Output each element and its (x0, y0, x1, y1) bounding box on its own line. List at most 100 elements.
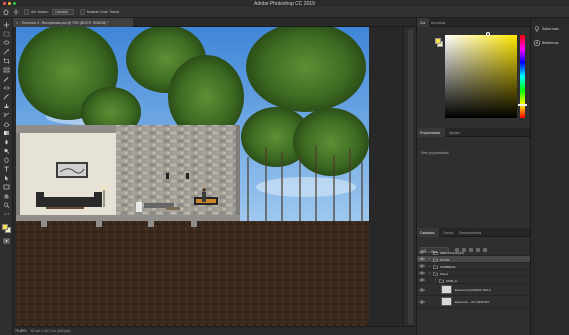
layers-panel-tabs: Camadas Canais Demarcadores (417, 228, 531, 237)
home-icon[interactable] (3, 9, 9, 15)
expand-chevron-icon[interactable]: › (429, 257, 430, 261)
document-tab-label: Exercício 3 - Recuperada.psd @ 79% (NOIT… (22, 20, 109, 25)
layer-row[interactable]: Estrutura QUADRO SALA (417, 284, 531, 296)
visibility-eye-icon[interactable] (419, 257, 425, 261)
pen-tool[interactable] (3, 157, 10, 163)
layer-name: MOB_LI (446, 278, 458, 283)
quick-select-tool[interactable] (3, 49, 10, 55)
right-panel-dock: Cor Amostras Propriedades Ajustes Sem pr… (416, 18, 531, 335)
tab-paths[interactable]: Demarcadores (459, 231, 481, 235)
libraries-icon (534, 40, 540, 46)
layer-row[interactable]: Estrutura ...AO CENTRO (417, 296, 531, 308)
options-bar: Sel. Autom.: Camada Mostrar Contr. Trans… (0, 7, 569, 18)
tab-properties[interactable]: Propriedades (420, 131, 440, 135)
lightbulb-icon (535, 26, 539, 32)
visibility-eye-icon[interactable] (419, 264, 425, 268)
more-tools-icon[interactable] (3, 211, 10, 217)
layer-thumbnail (441, 297, 452, 306)
title-bar: Adobe Photoshop CC 2019 (0, 0, 569, 7)
layer-row[interactable]: › IDENTIFICAÇÃO (417, 249, 531, 256)
layer-row[interactable]: › SALA (417, 270, 531, 277)
tab-layers[interactable]: Camadas (420, 231, 435, 235)
eraser-tool[interactable] (3, 121, 10, 127)
folder-icon (433, 250, 438, 255)
layer-name: SOMBRAS (440, 264, 456, 269)
expand-chevron-icon[interactable]: › (435, 278, 436, 282)
auto-select-value: Camada (55, 10, 68, 14)
color-panel-tabs: Cor Amostras (417, 18, 531, 27)
rectangle-tool[interactable] (3, 184, 10, 190)
properties-empty-text: Sem propriedades (421, 151, 449, 155)
canvas-scroll-thumb[interactable] (408, 29, 413, 325)
brush-tool[interactable] (3, 94, 10, 100)
libraries-panel-button[interactable]: Bibliotecas (533, 38, 569, 48)
document-tab-bar: × Exercício 3 - Recuperada.psd @ 79% (NO… (13, 18, 416, 27)
folder-icon (433, 257, 438, 262)
gradient-tool[interactable] (3, 130, 10, 136)
quick-mask-icon[interactable] (3, 238, 10, 244)
folder-icon (439, 278, 444, 283)
crop-tool[interactable] (3, 58, 10, 64)
lasso-tool[interactable] (3, 40, 10, 46)
move-tool-icon[interactable] (13, 9, 19, 15)
expand-chevron-icon[interactable]: › (429, 250, 430, 254)
marquee-tool[interactable] (3, 31, 10, 37)
layer-name: Estrutura QUADRO SALA (455, 288, 491, 292)
color-panel-foreground-swatch[interactable] (435, 38, 441, 44)
transform-controls-checkbox[interactable] (80, 9, 85, 15)
visibility-eye-icon[interactable] (419, 271, 425, 275)
auto-select-label: Sel. Autom.: (31, 10, 50, 14)
properties-panel-tabs: Propriedades Ajustes (417, 128, 531, 137)
close-document-icon[interactable]: × (16, 20, 18, 25)
learn-panel-button[interactable]: Saiba mais (533, 24, 569, 34)
zoom-level[interactable]: 78,85% (15, 329, 27, 333)
foreground-color-swatch[interactable] (2, 224, 8, 230)
frame-tool[interactable] (3, 67, 10, 73)
type-tool[interactable] (3, 166, 10, 172)
tab-adjustments[interactable]: Ajustes (449, 131, 460, 135)
expand-chevron-icon[interactable]: › (429, 264, 430, 268)
layer-name: IDENTIFICAÇÃO (440, 250, 464, 255)
folder-icon (433, 264, 438, 269)
blur-tool[interactable] (3, 139, 10, 145)
document-artwork[interactable] (16, 27, 369, 326)
visibility-eye-icon[interactable] (419, 288, 425, 292)
layer-row[interactable]: › MOB_LI (417, 277, 531, 284)
visibility-eye-icon[interactable] (419, 250, 425, 254)
expand-chevron-icon[interactable]: › (429, 271, 430, 275)
move-tool[interactable] (3, 22, 10, 28)
libraries-panel-label: Bibliotecas (542, 41, 559, 45)
hue-slider-handle[interactable] (518, 104, 527, 106)
transform-controls-label: Mostrar Contr. Transf. (87, 10, 120, 14)
visibility-eye-icon[interactable] (419, 278, 425, 282)
auto-select-checkbox[interactable] (24, 9, 29, 15)
dodge-tool[interactable] (3, 148, 10, 154)
layer-name: SALA (440, 271, 448, 276)
learn-panel-label: Saiba mais (542, 27, 559, 31)
side-panel: Saiba mais Bibliotecas (530, 18, 569, 335)
tools-panel (0, 18, 13, 335)
visibility-eye-icon[interactable] (419, 300, 425, 304)
color-picker-cursor[interactable] (486, 32, 490, 36)
color-field[interactable] (445, 35, 517, 118)
path-selection-tool[interactable] (3, 175, 10, 181)
document-info[interactable]: 60 cm x 30,7 cm (300 ppi) (31, 329, 70, 333)
status-bar: 78,85% 60 cm x 30,7 cm (300 ppi) (13, 326, 416, 335)
color-swatches[interactable] (2, 224, 11, 233)
tab-channels[interactable]: Canais (443, 231, 454, 235)
canvas-vertical-scrollbar[interactable] (403, 27, 416, 326)
layer-name: Estrutura ...AO CENTRO (455, 300, 490, 304)
document-tab[interactable]: × Exercício 3 - Recuperada.psd @ 79% (NO… (13, 18, 133, 27)
healing-brush-tool[interactable] (3, 85, 10, 91)
zoom-tool[interactable] (3, 202, 10, 208)
history-brush-tool[interactable] (3, 112, 10, 118)
folder-icon (433, 271, 438, 276)
eyedropper-tool[interactable] (3, 76, 10, 82)
tab-color[interactable]: Cor (420, 21, 425, 25)
layer-row[interactable]: › NOITE (417, 256, 531, 263)
hand-tool[interactable] (3, 193, 10, 199)
layer-row[interactable]: › SOMBRAS (417, 263, 531, 270)
clone-stamp-tool[interactable] (3, 103, 10, 109)
tab-swatches[interactable]: Amostras (431, 21, 445, 25)
canvas-area[interactable] (13, 27, 416, 326)
